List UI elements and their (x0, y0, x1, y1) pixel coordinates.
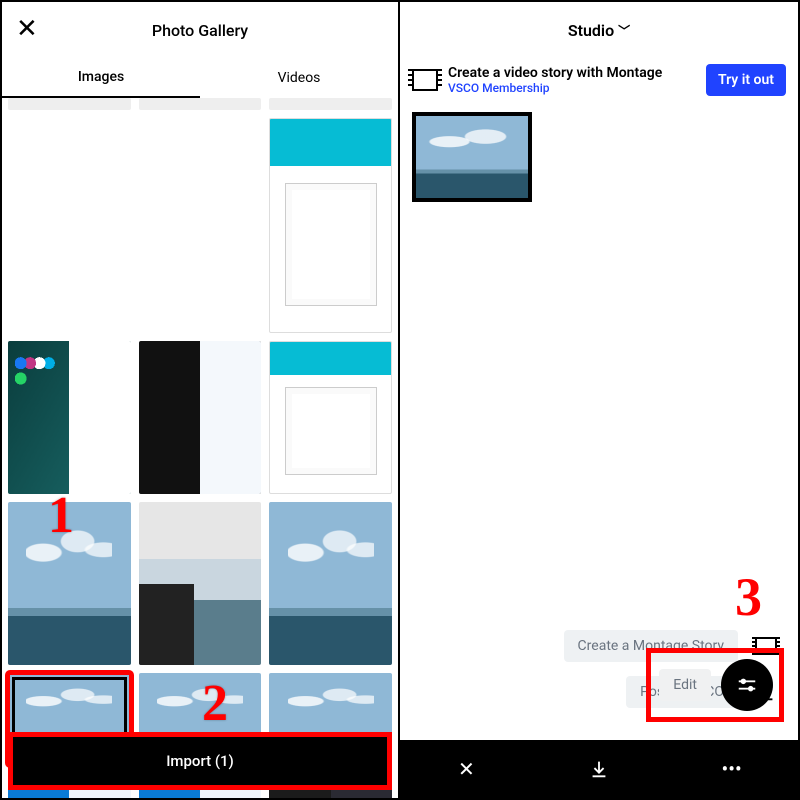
try-it-out-button[interactable]: Try it out (706, 64, 786, 96)
gallery-thumb[interactable] (8, 341, 131, 494)
gallery-thumb[interactable] (139, 98, 262, 110)
banner-title: Create a video story with Montage (448, 65, 696, 81)
filter-fab[interactable] (721, 659, 773, 711)
gallery-thumb[interactable] (269, 341, 392, 494)
gallery-thumb[interactable] (8, 98, 131, 110)
bottom-more-button[interactable]: ••• (702, 749, 762, 789)
import-button[interactable]: Import (1) (13, 737, 387, 785)
gallery-thumb[interactable] (269, 118, 392, 333)
annotation-3: 3 (735, 566, 762, 628)
tab-videos[interactable]: Videos (200, 58, 398, 98)
studio-title: Studio (568, 21, 614, 40)
chevron-down-icon: ﹀ (618, 22, 630, 39)
gallery-thumb[interactable] (139, 341, 262, 494)
photo-grid (8, 98, 392, 798)
banner-membership-link[interactable]: VSCO Membership (448, 81, 696, 95)
bottom-download-button[interactable] (569, 749, 629, 789)
studio-item[interactable] (412, 112, 532, 202)
gallery-thumb[interactable] (269, 502, 392, 665)
gallery-thumb[interactable] (139, 502, 262, 665)
gallery-thumb[interactable] (269, 98, 392, 110)
bottom-close-button[interactable]: ✕ (436, 749, 496, 789)
edit-button-highlight: Edit (646, 648, 784, 722)
close-icon[interactable]: ✕ (16, 18, 38, 40)
tab-images[interactable]: Images (2, 58, 200, 98)
import-button-highlight: Import (1) (8, 732, 392, 790)
page-title: Photo Gallery (152, 21, 248, 40)
edit-button[interactable]: Edit (659, 669, 711, 701)
montage-film-icon (412, 69, 438, 91)
bottom-bar: ✕ ••• (400, 740, 798, 798)
gallery-thumb[interactable] (139, 118, 262, 333)
gallery-thumb[interactable] (8, 118, 131, 333)
studio-dropdown[interactable]: Studio ﹀ (400, 2, 798, 58)
gallery-thumb[interactable] (8, 502, 131, 665)
